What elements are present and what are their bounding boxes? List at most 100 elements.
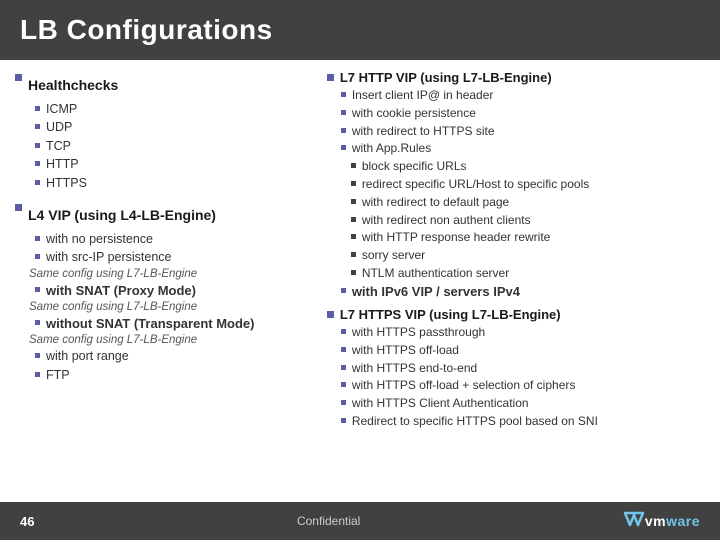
bullet-icon [35,287,40,292]
content-area: Healthchecks ICMP UDP TCP HTTP [0,60,720,490]
hc-item-1: ICMP [46,101,77,119]
bullet-icon [35,254,40,259]
list-item: Redirect to specific HTTPS pool based on… [341,413,705,430]
bullet-icon [341,400,346,405]
vmware-logo: vmware [623,511,700,532]
slide: LB Configurations Healthchecks ICMP UDP [0,0,720,540]
bullet-icon [341,365,346,370]
bullet-icon [351,199,356,204]
l4-item-6: FTP [46,367,70,385]
r-section2-title-item: L7 HTTPS VIP (using L7-LB-Engine) [327,307,705,322]
note1: Same config using L7-LB-Engine [29,268,312,280]
list-item: with SNAT (Proxy Mode) [25,282,312,300]
list-item: with HTTPS off-load [341,342,705,359]
list-item: Insert client IP@ in header [341,87,705,104]
r-item-2: with cookie persistence [352,105,476,122]
bullet-icon [35,106,40,111]
bullet-icon [351,270,356,275]
page-number: 46 [20,514,34,529]
bullet-icon [351,217,356,222]
bullet-icon [351,252,356,257]
bullet-icon [35,161,40,166]
bullet-icon [35,353,40,358]
bullet-icon [35,180,40,185]
https-item-2: with HTTPS off-load [352,342,459,359]
https-item-1: with HTTPS passthrough [352,324,485,341]
bullet-icon [341,145,346,150]
ar-item-7: NTLM authentication server [362,265,509,282]
slide-title: LB Configurations [20,14,273,46]
r-extra: with IPv6 VIP / servers IPv4 [352,283,520,301]
ar-item-1: block specific URLs [362,158,467,175]
list-item: with redirect to default page [351,194,705,211]
l4-subitems3: without SNAT (Transparent Mode) [25,315,312,333]
bullet-icon [341,288,346,293]
https-item-4: with HTTPS off-load + selection of ciphe… [352,377,576,394]
list-item: with no persistence [25,231,312,249]
bullet-icon [341,128,346,133]
bullet-icon [341,110,346,115]
bullet-icon [351,234,356,239]
bullet-icon [351,181,356,186]
l4-item-5: with port range [46,348,129,366]
bullet-icon [35,236,40,241]
list-item: with cookie persistence [341,105,705,122]
list-item: without SNAT (Transparent Mode) [25,315,312,333]
https-item-6: Redirect to specific HTTPS pool based on… [352,413,598,430]
bullet-icon [35,372,40,377]
hc-item-5: HTTPS [46,175,87,193]
list-item: sorry server [351,247,705,264]
bullet-icon [35,124,40,129]
list-item: block specific URLs [351,158,705,175]
bullet-icon [327,311,334,318]
r-item-4: with App.Rules [352,140,431,157]
section2-title-item: L4 VIP (using L4-LB-Engine) [15,200,312,229]
list-item: with redirect non authent clients [351,212,705,229]
bullet-icon [351,163,356,168]
list-item: NTLM authentication server [351,265,705,282]
l4-subitems: with no persistence with src-IP persiste… [25,231,312,267]
section1-title-item: Healthchecks [15,70,312,99]
l4-subitems4: with port range FTP [25,348,312,384]
l7-https-items: with HTTPS passthrough with HTTPS off-lo… [327,324,705,430]
list-item: with src-IP persistence [25,249,312,267]
right-column: L7 HTTP VIP (using L7-LB-Engine) Insert … [322,70,705,490]
list-item: HTTPS [25,175,312,193]
logo-icon [623,511,645,532]
ar-item-2: redirect specific URL/Host to specific p… [362,176,589,193]
bullet-icon [35,143,40,148]
bullet-icon [15,204,22,211]
list-item: with redirect to HTTPS site [341,123,705,140]
l4-item-1: with no persistence [46,231,153,249]
l4-item-4: without SNAT (Transparent Mode) [46,315,254,333]
list-item: with port range [25,348,312,366]
ar-item-5: with HTTP response header rewrite [362,229,551,246]
list-item: with HTTPS Client Authentication [341,395,705,412]
list-item: UDP [25,119,312,137]
list-item: FTP [25,367,312,385]
hc-item-2: UDP [46,119,72,137]
bullet-icon [35,320,40,325]
l7-http-title: L7 HTTP VIP (using L7-LB-Engine) [340,70,552,85]
healthchecks-title: Healthchecks [28,76,118,96]
list-item: TCP [25,138,312,156]
footer: 46 Confidential vmware [0,502,720,540]
list-item: with IPv6 VIP / servers IPv4 [341,283,705,301]
hc-item-3: TCP [46,138,71,156]
vmware-logo-icon [623,511,645,527]
list-item: redirect specific URL/Host to specific p… [351,176,705,193]
vmware-text: vmware [645,513,700,529]
l4-vip-title: L4 VIP (using L4-LB-Engine) [28,206,216,226]
list-item: with HTTPS passthrough [341,324,705,341]
bullet-icon [341,329,346,334]
list-item: with HTTPS end-to-end [341,360,705,377]
l4-item-3: with SNAT (Proxy Mode) [46,282,196,300]
bullet-icon [341,418,346,423]
list-item: ICMP [25,101,312,119]
header: LB Configurations [0,0,720,60]
bullet-icon [341,382,346,387]
note3: Same config using L7-LB-Engine [29,334,312,346]
https-item-3: with HTTPS end-to-end [352,360,477,377]
ar-item-6: sorry server [362,247,425,264]
bullet-icon [341,92,346,97]
